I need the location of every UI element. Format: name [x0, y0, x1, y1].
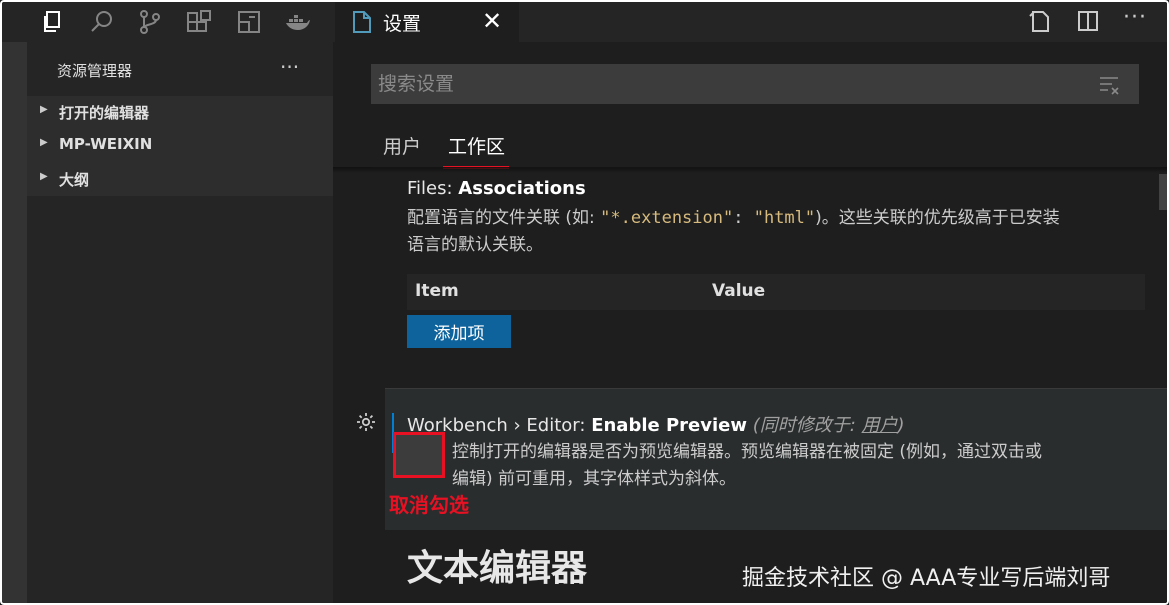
source-control-icon[interactable] [136, 8, 164, 36]
desc-text: 语言的默认关联。 [407, 235, 543, 255]
setting-category: Files: [407, 178, 459, 199]
scrollbar-thumb[interactable] [1159, 174, 1167, 210]
tabs-shadow [333, 167, 1167, 173]
open-settings-json-icon[interactable] [1027, 8, 1055, 36]
docker-icon[interactable] [283, 8, 311, 36]
setting-title-associations: Files: Associations [407, 178, 586, 199]
settings-window: 设置 ✕ ··· 资源管理器 ··· ▶ 打开的编辑器 ▶ MP-WEIXIN … [0, 0, 1169, 605]
sidebar-item-label: 大纲 [59, 171, 90, 189]
sidebar-title: 资源管理器 [57, 62, 133, 80]
modified-prefix: (同时修改于: [752, 415, 862, 436]
close-icon[interactable]: ✕ [479, 6, 505, 36]
more-actions-button[interactable]: ··· [1123, 5, 1147, 30]
setting-enable-preview: Workbench › Editor: Enable Preview (同时修改… [385, 388, 1167, 530]
setting-description-associations: 配置语言的文件关联 (如: "*.extension": "html")。这些关… [407, 205, 1157, 259]
desc-text: 配置语言的文件关联 (如: [407, 208, 601, 228]
column-header-item: Item [415, 281, 459, 301]
split-editor-icon[interactable] [1075, 8, 1103, 36]
section-heading-text-editor: 文本编辑器 [407, 548, 588, 589]
setting-title-enable-preview: Workbench › Editor: Enable Preview (同时修改… [407, 411, 905, 437]
code-html: "html" [753, 208, 816, 228]
top-bar: 设置 ✕ ··· [2, 2, 1167, 42]
annotation-label: 取消勾选 [389, 493, 469, 517]
chevron-right-icon: ▶ [40, 137, 48, 148]
activity-gutter [2, 42, 27, 603]
remote-explorer-icon[interactable] [235, 8, 263, 36]
associations-table-header: Item Value [407, 274, 1145, 310]
setting-name: Enable Preview [591, 415, 747, 436]
settings-scope-tabs: 用户 工作区 [371, 126, 1161, 169]
setting-description-enable-preview: 控制打开的编辑器是否为预览编辑器。预览编辑器在被固定 (例如，通过双击或 编辑)… [452, 439, 1162, 493]
sidebar-item-label: 打开的编辑器 [59, 104, 150, 122]
modified-user-link[interactable]: 用户 [862, 415, 898, 436]
setting-name: Associations [458, 178, 586, 199]
tab-workspace[interactable]: 工作区 [448, 132, 505, 159]
explorer-icon[interactable] [38, 8, 66, 36]
modified-suffix: ) [897, 415, 905, 436]
explorer-sidebar: 资源管理器 ··· ▶ 打开的编辑器 ▶ MP-WEIXIN ▶ 大纲 [27, 42, 333, 603]
settings-editor: 用户 工作区 Files: Associations 配置语言的文件关联 (如:… [333, 42, 1167, 603]
explorer-sections: ▶ 打开的编辑器 ▶ MP-WEIXIN ▶ 大纲 [27, 96, 333, 196]
chevron-right-icon: ▶ [40, 171, 48, 182]
modified-elsewhere-note: (同时修改于: 用户) [753, 415, 905, 436]
gear-icon[interactable] [355, 411, 377, 433]
file-icon [351, 10, 373, 34]
clear-filter-icon[interactable] [1098, 74, 1120, 96]
desc-text: )。这些关联的优先级高于已安装 [815, 208, 1060, 228]
column-header-value: Value [712, 281, 766, 301]
search-icon[interactable] [88, 8, 116, 36]
settings-search-box [371, 64, 1139, 104]
enable-preview-checkbox[interactable] [393, 432, 445, 478]
sidebar-item-outline[interactable]: ▶ 大纲 [27, 163, 333, 197]
desc-text: 编辑) 前可重用，其字体样式为斜体。 [452, 469, 737, 489]
extensions-icon[interactable] [185, 8, 213, 36]
tab-label: 设置 [383, 13, 422, 35]
desc-text: 控制打开的编辑器是否为预览编辑器。预览编辑器在被固定 (例如，通过双击或 [452, 442, 1043, 462]
sidebar-item-mp-weixin[interactable]: ▶ MP-WEIXIN [27, 129, 333, 163]
add-item-button[interactable]: 添加项 [407, 315, 511, 348]
sidebar-more-button[interactable]: ··· [280, 55, 299, 79]
tab-user[interactable]: 用户 [383, 132, 421, 159]
code-colon: : [733, 208, 754, 228]
settings-search-input[interactable] [378, 65, 1078, 103]
chevron-right-icon: ▶ [40, 104, 48, 115]
code-extension: "*.extension" [600, 208, 734, 228]
watermark: 掘金技术社区 @ AAA专业写后端刘哥 [742, 566, 1111, 591]
sidebar-item-label: MP-WEIXIN [59, 135, 153, 153]
sidebar-item-open-editors[interactable]: ▶ 打开的编辑器 [27, 96, 333, 130]
tab-settings[interactable]: 设置 ✕ [335, 2, 519, 42]
